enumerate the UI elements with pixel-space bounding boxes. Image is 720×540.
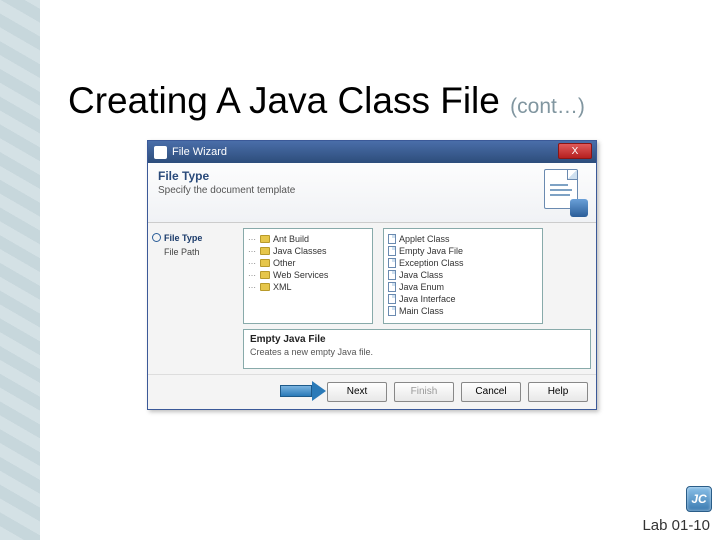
file-icon (388, 234, 396, 244)
jc-logo: JC (686, 486, 712, 512)
folder-icon (260, 283, 270, 291)
list-item[interactable]: ⋯XML (246, 281, 370, 293)
file-wizard-dialog: File Wizard X File Type Specify the docu… (147, 140, 597, 410)
list-item[interactable]: Empty Java File (386, 245, 540, 257)
window-icon (154, 146, 167, 159)
list-item[interactable]: Main Class (386, 305, 540, 317)
title-main: Creating A Java Class File (68, 80, 510, 121)
next-button[interactable]: Next (327, 382, 387, 402)
folder-icon (260, 271, 270, 279)
list-item[interactable]: ⋯Web Services (246, 269, 370, 281)
description-pane: Empty Java File Creates a new empty Java… (243, 329, 591, 369)
finish-button[interactable]: Finish (394, 382, 454, 402)
file-icon (388, 306, 396, 316)
close-button[interactable]: X (558, 143, 592, 159)
list-item[interactable]: ⋯Ant Build (246, 233, 370, 245)
step-file-path[interactable]: File Path (154, 245, 232, 259)
file-icon (388, 246, 396, 256)
cancel-button[interactable]: Cancel (461, 382, 521, 402)
list-item[interactable]: ⋯Java Classes (246, 245, 370, 257)
folder-icon (260, 235, 270, 243)
list-item[interactable]: ⋯Other (246, 257, 370, 269)
window-title: File Wizard (172, 146, 227, 158)
slide-footer: Lab 01-10 (642, 517, 710, 534)
list-item[interactable]: Java Enum (386, 281, 540, 293)
callout-arrow (280, 381, 328, 401)
list-item[interactable]: Applet Class (386, 233, 540, 245)
button-row: Next Finish Cancel Help (148, 374, 596, 409)
list-item[interactable]: Java Class (386, 269, 540, 281)
wizard-body: File Type File Path ⋯Ant Build ⋯Java Cla… (148, 223, 596, 374)
file-icon (388, 258, 396, 268)
template-pane[interactable]: Applet Class Empty Java File Exception C… (383, 228, 543, 324)
description-text: Creates a new empty Java file. (250, 347, 584, 357)
decorative-stripe (0, 0, 40, 540)
file-icon (388, 270, 396, 280)
file-icon (388, 294, 396, 304)
header-subtitle: Specify the document template (158, 185, 586, 196)
list-item[interactable]: Java Interface (386, 293, 540, 305)
folder-icon (260, 247, 270, 255)
description-title: Empty Java File (250, 334, 584, 345)
title-bar[interactable]: File Wizard X (148, 141, 596, 163)
document-icon (544, 169, 586, 215)
slide-title: Creating A Java Class File (cont…) (68, 80, 585, 122)
category-pane[interactable]: ⋯Ant Build ⋯Java Classes ⋯Other ⋯Web Ser… (243, 228, 373, 324)
help-button[interactable]: Help (528, 382, 588, 402)
folder-icon (260, 259, 270, 267)
step-file-type[interactable]: File Type (154, 231, 232, 245)
list-item[interactable]: Exception Class (386, 257, 540, 269)
file-icon (388, 282, 396, 292)
title-cont: (cont…) (510, 95, 585, 118)
header-title: File Type (158, 169, 586, 183)
steps-list: File Type File Path (148, 223, 238, 374)
wizard-header: File Type Specify the document template (148, 163, 596, 223)
